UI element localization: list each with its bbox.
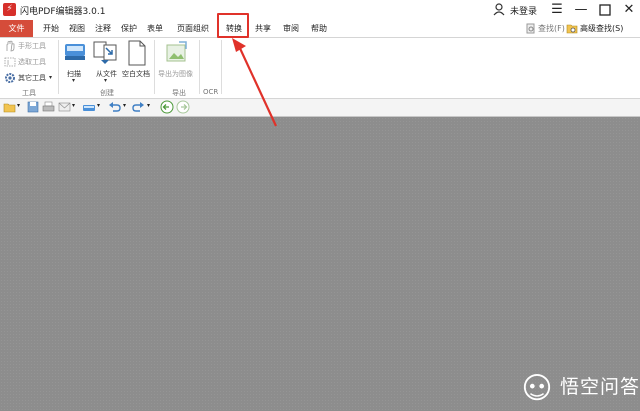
- tab-start[interactable]: 开始: [40, 20, 62, 37]
- export-image-button[interactable]: 导出为图像: [158, 69, 193, 79]
- minimize-icon[interactable]: —: [572, 1, 590, 18]
- gear-icon: [5, 73, 15, 83]
- tab-protect[interactable]: 保护: [118, 20, 140, 37]
- chevron-down-icon[interactable]: ▾: [49, 74, 52, 81]
- chevron-down-icon[interactable]: ▾: [147, 102, 150, 109]
- tab-share[interactable]: 共享: [252, 20, 274, 37]
- blank-document-button[interactable]: 空白文档: [122, 69, 150, 79]
- hand-icon: [6, 40, 15, 52]
- quick-access-toolbar: ▾ ▾ ▾ ▾ ▾: [0, 99, 640, 117]
- tab-review[interactable]: 审阅: [280, 20, 302, 37]
- scan-toolbar-icon[interactable]: [82, 101, 96, 113]
- forward-arrow-icon[interactable]: [176, 100, 190, 114]
- annotation-arrow: [232, 38, 277, 127]
- ribbon-divider: [154, 40, 155, 94]
- advanced-find-button[interactable]: 高级查找(S): [580, 20, 623, 37]
- close-icon[interactable]: ✕: [620, 1, 638, 18]
- chevron-down-icon[interactable]: ▾: [97, 102, 100, 109]
- menu-file[interactable]: 文件: [0, 20, 33, 37]
- app-logo-icon: ⚡: [3, 3, 16, 16]
- scan-icon: [65, 44, 85, 60]
- login-status[interactable]: 未登录: [510, 4, 537, 17]
- chevron-down-icon[interactable]: ▾: [72, 102, 75, 109]
- maximize-icon[interactable]: [596, 1, 614, 18]
- back-arrow-icon[interactable]: [160, 100, 174, 114]
- title-bar: ⚡ 闪电PDF编辑器3.0.1 未登录 ☰ — ✕: [0, 0, 640, 20]
- group-label-create: 创建: [100, 89, 114, 97]
- ribbon: 手形工具 I 选取工具 其它工具 ▾ 工具 扫描 ▾ 从文件 ▾ 空白文档 创建…: [0, 38, 640, 99]
- user-icon[interactable]: [493, 3, 505, 16]
- email-icon[interactable]: [58, 101, 71, 113]
- group-label-export: 导出: [172, 89, 186, 97]
- group-label-ocr: OCR: [203, 88, 219, 96]
- hand-tool-button[interactable]: 手形工具: [18, 41, 46, 51]
- save-icon[interactable]: [27, 101, 39, 113]
- tab-help[interactable]: 帮助: [308, 20, 330, 37]
- find-icon: [526, 23, 535, 34]
- ribbon-divider: [58, 40, 59, 94]
- other-tools-button[interactable]: 其它工具: [18, 73, 46, 83]
- undo-icon[interactable]: [108, 101, 121, 113]
- chevron-down-icon[interactable]: ▾: [123, 102, 126, 109]
- tab-form[interactable]: 表单: [144, 20, 166, 37]
- ribbon-divider: [221, 40, 222, 94]
- find-button[interactable]: 查找(F): [538, 20, 565, 37]
- blank-document-icon: [128, 40, 146, 66]
- tab-view[interactable]: 视图: [66, 20, 88, 37]
- menu-icon[interactable]: ☰: [548, 1, 566, 18]
- chevron-down-icon[interactable]: ▾: [17, 102, 20, 109]
- group-label-tools: 工具: [22, 89, 36, 97]
- redo-icon[interactable]: [132, 101, 145, 113]
- tab-annotate[interactable]: 注释: [92, 20, 114, 37]
- export-image-icon: [166, 41, 187, 62]
- select-tool-button[interactable]: 选取工具: [18, 57, 46, 67]
- chevron-down-icon[interactable]: ▾: [104, 77, 107, 84]
- svg-text:I: I: [7, 59, 9, 67]
- wukong-logo-icon: [523, 373, 551, 401]
- print-icon[interactable]: [42, 101, 55, 113]
- tab-page-organize[interactable]: 页面组织: [171, 20, 215, 37]
- select-icon: I: [4, 57, 16, 67]
- window-title: 闪电PDF编辑器3.0.1: [20, 7, 106, 17]
- ribbon-divider: [199, 40, 200, 94]
- document-area[interactable]: [0, 117, 640, 411]
- from-file-icon: [93, 41, 117, 64]
- open-folder-icon[interactable]: [3, 101, 16, 113]
- menu-bar: 文件 开始 视图 注释 保护 表单 页面组织 转换 共享 审阅 帮助 查找(F)…: [0, 20, 640, 38]
- highlight-box: [217, 13, 249, 38]
- advanced-find-icon: [566, 24, 578, 34]
- watermark-text: 悟空问答: [560, 376, 640, 398]
- chevron-down-icon[interactable]: ▾: [72, 77, 75, 84]
